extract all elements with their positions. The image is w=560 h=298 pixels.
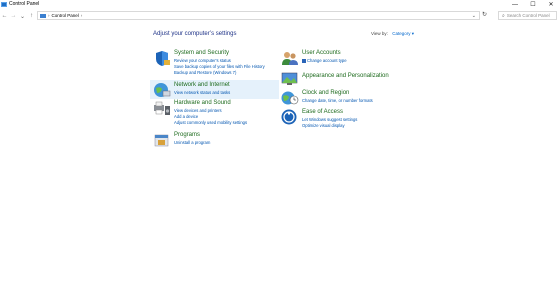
shield-icon	[156, 51, 170, 66]
category-programs: Programs Uninstall a program	[153, 132, 233, 148]
view-by-select[interactable]: Category ▾	[392, 31, 414, 36]
uac-shield-icon	[302, 58, 306, 63]
change-account-type-label: Change account type	[307, 58, 347, 63]
category-appearance: Appearance and Personalization	[281, 71, 391, 85]
refresh-icon[interactable]: ↻	[482, 11, 487, 18]
programs-link[interactable]: Programs	[174, 132, 200, 138]
forward-arrow-icon[interactable]: →	[9, 13, 18, 19]
search-icon: ⌕	[502, 12, 505, 19]
devices-printers-link[interactable]: View devices and printers	[174, 108, 222, 113]
hardware-sound-link[interactable]: Hardware and Sound	[174, 100, 231, 106]
up-arrow-icon[interactable]: ↑	[27, 13, 36, 19]
chevron-right-icon[interactable]: ›	[81, 13, 83, 18]
page-title: Adjust your computer’s settings	[153, 31, 237, 37]
search-placeholder: Search Control Panel	[506, 13, 550, 18]
system-security-link[interactable]: System and Security	[174, 50, 229, 56]
user-accounts-link[interactable]: User Accounts	[302, 50, 341, 56]
ease-of-access-link[interactable]: Ease of Access	[302, 109, 343, 115]
network-internet-link[interactable]: Network and Internet	[174, 82, 230, 88]
category-network-internet: Network and Internet View network status…	[153, 82, 278, 98]
file-history-link[interactable]: Save backup copies of your files with Fi…	[174, 64, 265, 69]
mobility-settings-link[interactable]: Adjust commonly used mobility settings	[174, 120, 247, 125]
window-title: Control Panel	[9, 1, 40, 7]
minimize-button[interactable]: —	[506, 0, 524, 9]
globe-network-icon	[154, 83, 171, 97]
backup-restore-link[interactable]: Backup and Restore (Windows 7)	[174, 70, 236, 75]
address-toolbar: ← → ⌄ ↑ › Control Panel › ⌄ ↻ ⌕ Search C…	[0, 10, 560, 22]
optimize-display-link[interactable]: Optimize visual display	[302, 123, 345, 128]
address-dropdown-icon[interactable]: ⌄	[472, 13, 476, 19]
date-time-formats-link[interactable]: Change date, time, or number formats	[302, 98, 373, 103]
printer-speaker-icon	[154, 101, 170, 115]
back-arrow-icon[interactable]: ←	[0, 13, 9, 19]
recent-locations-icon[interactable]: ⌄	[18, 13, 27, 20]
clock-region-link[interactable]: Clock and Region	[302, 90, 349, 96]
window-controls: — ☐ ✕	[506, 0, 560, 9]
category-user-accounts: User Accounts Change account type	[281, 50, 381, 66]
add-device-link[interactable]: Add a device	[174, 114, 198, 119]
category-hardware-sound: Hardware and Sound View devices and prin…	[153, 100, 283, 130]
control-panel-icon	[1, 2, 7, 7]
ease-of-access-icon	[281, 109, 297, 125]
chevron-right-icon[interactable]: ›	[48, 13, 50, 18]
suggest-settings-link[interactable]: Let Windows suggest settings	[302, 117, 357, 122]
clock-globe-icon	[281, 91, 299, 105]
category-clock-region: Clock and Region Change date, time, or n…	[281, 90, 381, 106]
title-bar: Control Panel — ☐ ✕	[0, 0, 560, 9]
search-input[interactable]: ⌕ Search Control Panel	[498, 11, 557, 20]
appearance-icon	[281, 72, 298, 85]
change-account-type-link[interactable]: Change account type	[302, 58, 347, 63]
address-bar[interactable]: › Control Panel › ⌄	[37, 11, 480, 20]
breadcrumb[interactable]: Control Panel	[52, 13, 79, 18]
maximize-button[interactable]: ☐	[524, 0, 542, 9]
close-button[interactable]: ✕	[542, 0, 560, 9]
uninstall-program-link[interactable]: Uninstall a program	[174, 140, 210, 145]
control-panel-icon	[40, 13, 46, 18]
review-status-link[interactable]: Review your computer's status	[174, 58, 231, 63]
view-by-label: View by:	[371, 31, 388, 36]
category-ease-of-access: Ease of Access Let Windows suggest setti…	[281, 109, 381, 131]
category-system-security: System and Security Review your computer…	[153, 50, 283, 80]
programs-icon	[154, 134, 169, 147]
network-status-link[interactable]: View network status and tasks	[174, 90, 230, 95]
view-by: View by: Category ▾	[371, 31, 414, 37]
users-icon	[282, 52, 298, 65]
appearance-personalization-link[interactable]: Appearance and Personalization	[302, 73, 389, 79]
